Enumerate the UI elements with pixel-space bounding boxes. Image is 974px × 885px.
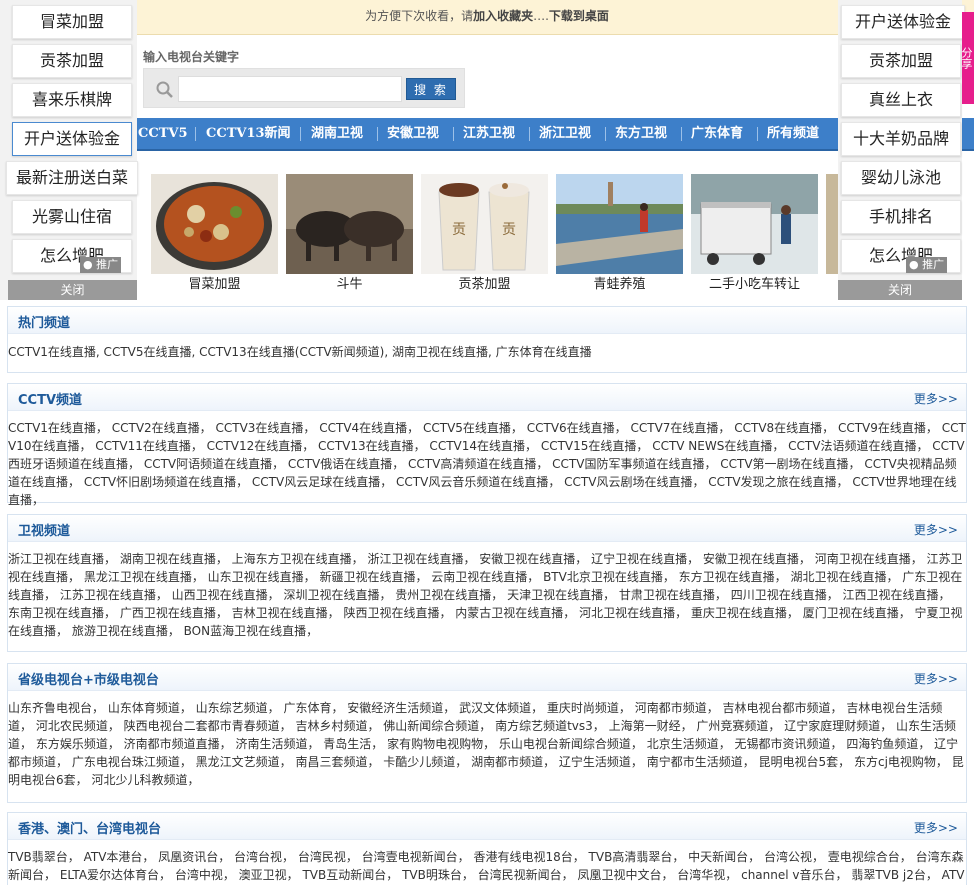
notice-prefix: 为方便下次收看，请	[365, 9, 474, 23]
section-header: CCTV频道 更多>>	[8, 384, 966, 411]
channel-nav: CCTV5 CCTV13新闻 湖南卫视 安徽卫视 江苏卫视 浙江卫视 东方卫视 …	[0, 118, 974, 151]
left-ad-item[interactable]: 光雾山住宿	[12, 200, 132, 234]
section-header: 香港、澳门、台湾电视台 更多>>	[8, 813, 966, 840]
notice-mid: ….	[533, 9, 549, 23]
right-ad-item[interactable]: 真丝上衣	[841, 83, 961, 117]
section-title: 热门频道	[18, 316, 71, 331]
food-cart-image[interactable]	[691, 174, 818, 274]
search-icon	[156, 81, 173, 98]
satellite-section: 卫视频道 更多>> 浙江卫视在线直播， 湖南卫视在线直播， 上海东方卫视在线直播，…	[7, 514, 967, 652]
thumb-caption[interactable]: 贡茶加盟	[421, 275, 548, 295]
left-ad-item[interactable]: 冒菜加盟	[12, 5, 132, 39]
right-close-button[interactable]: 关闭	[838, 280, 962, 300]
user-icon: ●	[909, 258, 919, 271]
nav-cctv5[interactable]: CCTV5	[138, 118, 188, 149]
right-ad-item[interactable]: 十大羊奶品牌	[841, 122, 961, 156]
promo-label: ● 推广	[80, 257, 122, 273]
left-ad-item[interactable]: 贡茶加盟	[12, 44, 132, 78]
frog-farm-image[interactable]	[556, 174, 683, 274]
promo-text: 推广	[96, 258, 119, 271]
section-body[interactable]: CCTV1在线直播， CCTV2在线直播， CCTV3在线直播， CCTV4在线…	[8, 411, 966, 509]
nav-anhui[interactable]: 安徽卫视	[387, 118, 439, 149]
right-ad-item[interactable]: 手机排名	[841, 200, 961, 234]
svg-text:贡: 贡	[452, 222, 466, 238]
more-link[interactable]: 更多>>	[914, 390, 958, 407]
section-title: 省级电视台+市级电视台	[18, 673, 159, 688]
search-button[interactable]: 搜 索	[406, 78, 456, 100]
download-desktop-link[interactable]: 下载到桌面	[549, 9, 609, 23]
promo-label: ● 推广	[906, 257, 948, 273]
thumb-caption[interactable]: 冒菜加盟	[151, 275, 278, 295]
cctv-section: CCTV频道 更多>> CCTV1在线直播， CCTV2在线直播， CCTV3在线…	[7, 383, 967, 507]
more-link[interactable]: 更多>>	[914, 670, 958, 687]
hk-macau-taiwan-section: 香港、澳门、台湾电视台 更多>> TVB翡翠台， ATV本港台， 凤凰资讯台， 台…	[7, 812, 967, 885]
nav-zhejiang[interactable]: 浙江卫视	[539, 118, 591, 149]
left-ad-item[interactable]: 喜来乐棋牌	[12, 83, 132, 117]
search-box: 搜 索	[143, 68, 465, 108]
section-header: 卫视频道 更多>>	[8, 515, 966, 542]
page: 为方便下次收看，请加入收藏夹….下载到桌面 输入电视台关键字 搜 索 CCTV5…	[0, 0, 974, 885]
food-bowl-image[interactable]	[151, 174, 278, 274]
right-ad-item[interactable]: 开户送体验金	[841, 5, 965, 39]
thumb-caption[interactable]: 二手小吃车转让	[691, 275, 818, 295]
search-input[interactable]	[178, 76, 402, 102]
left-close-button[interactable]: 关闭	[8, 280, 137, 300]
left-ad-panel: 冒菜加盟 贡茶加盟 喜来乐棋牌 开户送体验金 最新注册送白菜 光雾山住宿 怎么增…	[0, 0, 138, 300]
thumb-item[interactable]: 冒菜加盟	[151, 174, 278, 295]
promo-text: 推广	[922, 258, 945, 271]
thumb-item[interactable]: 二手小吃车转让	[691, 174, 818, 295]
thumb-caption[interactable]: 斗牛	[286, 275, 413, 295]
notice-bar: 为方便下次收看，请加入收藏夹….下载到桌面	[0, 0, 974, 35]
right-ad-item[interactable]: 贡茶加盟	[841, 44, 961, 78]
nav-cctv13[interactable]: CCTV13新闻	[206, 118, 291, 149]
nav-all-channels[interactable]: 所有频道	[767, 118, 819, 149]
svg-text:贡: 贡	[502, 222, 516, 238]
nav-hunan[interactable]: 湖南卫视	[311, 118, 363, 149]
share-tab[interactable]: 分享	[960, 12, 974, 104]
left-ad-item[interactable]: 开户送体验金	[12, 122, 132, 156]
section-header: 省级电视台+市级电视台 更多>>	[8, 664, 966, 691]
provincial-section: 省级电视台+市级电视台 更多>> 山东齐鲁电视台， 山东体育频道， 山东综艺频道，…	[7, 663, 967, 803]
section-body[interactable]: TVB翡翠台， ATV本港台， 凤凰资讯台， 台湾台视， 台湾民视， 台湾壹电视…	[8, 840, 966, 884]
section-body[interactable]: 浙江卫视在线直播， 湖南卫视在线直播， 上海东方卫视在线直播， 浙江卫视在线直播…	[8, 542, 966, 640]
milk-tea-image[interactable]: 贡贡	[421, 174, 548, 274]
bullfight-image[interactable]	[286, 174, 413, 274]
left-ad-item[interactable]: 最新注册送白菜	[6, 161, 138, 195]
more-link[interactable]: 更多>>	[914, 521, 958, 538]
thumb-item[interactable]: 贡贡 贡茶加盟	[421, 174, 548, 295]
nav-dongfang[interactable]: 东方卫视	[615, 118, 667, 149]
thumb-partial	[826, 174, 838, 274]
right-ad-item[interactable]: 婴幼儿泳池	[841, 161, 961, 195]
section-title: 卫视频道	[18, 524, 71, 539]
thumb-item[interactable]: 青蛙养殖	[556, 174, 683, 295]
nav-guangdong-sports[interactable]: 广东体育	[691, 118, 743, 149]
add-favorite-link[interactable]: 加入收藏夹	[473, 9, 533, 23]
hot-channels-section: 热门频道 CCTV1在线直播, CCTV5在线直播, CCTV13在线直播(CC…	[7, 306, 967, 373]
right-ad-panel: 开户送体验金 贡茶加盟 真丝上衣 十大羊奶品牌 婴幼儿泳池 手机排名 怎么增肥 …	[838, 0, 965, 300]
section-header: 热门频道	[8, 307, 966, 334]
thumb-caption[interactable]: 青蛙养殖	[556, 275, 683, 295]
thumb-item[interactable]: 斗牛	[286, 174, 413, 295]
section-title: CCTV频道	[18, 393, 83, 408]
search-label: 输入电视台关键字	[143, 50, 240, 64]
user-icon: ●	[83, 258, 93, 271]
section-title: 香港、澳门、台湾电视台	[18, 822, 162, 837]
section-body[interactable]: 山东齐鲁电视台， 山东体育频道， 山东综艺频道， 广东体育， 安徽经济生活频道，…	[8, 691, 966, 789]
more-link[interactable]: 更多>>	[914, 819, 958, 836]
nav-jiangsu[interactable]: 江苏卫视	[463, 118, 515, 149]
section-body[interactable]: CCTV1在线直播, CCTV5在线直播, CCTV13在线直播(CCTV新闻频…	[8, 334, 966, 361]
